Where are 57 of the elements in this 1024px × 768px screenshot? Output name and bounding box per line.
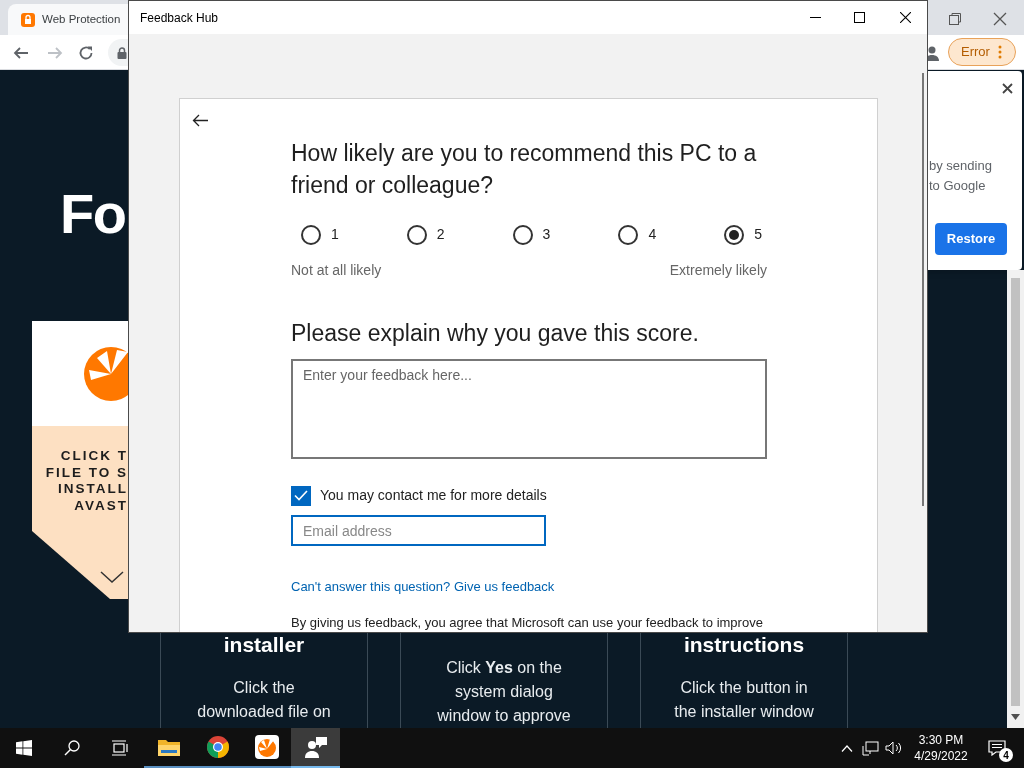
step-title: instructions	[683, 633, 805, 657]
tab-title: Web Protection	[42, 11, 121, 27]
clock[interactable]: 3:30 PM 4/29/2022	[910, 732, 972, 764]
close-icon[interactable]	[1002, 83, 1013, 94]
back-icon[interactable]	[13, 45, 29, 61]
close-icon[interactable]	[900, 12, 911, 23]
consent-text: By giving us feedback, you agree that Microsoft can use your feedback to improve	[291, 615, 763, 630]
volume-icon[interactable]	[885, 741, 902, 755]
scrollbar[interactable]	[922, 73, 924, 506]
folder-icon	[157, 738, 180, 756]
step-title: installer	[223, 633, 305, 657]
download-card[interactable]: CLICK T FILE TO S INSTALL AVAST	[32, 321, 128, 599]
taskbar-app[interactable]	[291, 728, 340, 768]
checkbox-label: You may contact me for more details	[320, 486, 547, 505]
notification-badge: 4	[999, 748, 1013, 762]
notifications-button[interactable]: 4	[982, 728, 1012, 768]
scale-label: Extremely likely	[669, 261, 767, 280]
card-text: CLICK T	[60, 448, 128, 465]
popup-text: by sending	[929, 157, 992, 175]
step-text: Click the downloaded file on	[196, 678, 332, 722]
network-icon[interactable]	[862, 740, 879, 756]
task-view-icon[interactable]	[111, 740, 129, 756]
logo-icon	[254, 735, 279, 759]
browser-tab[interactable]: Web Protection	[8, 4, 128, 35]
section-heading: Please explain why you gave this score.	[291, 319, 700, 348]
step-text: Click the button in the installer window	[673, 678, 815, 722]
card-text: AVAST	[74, 497, 128, 514]
scale-label: Not at all likely	[291, 261, 382, 280]
browser-icon	[206, 736, 229, 758]
card-text: FILE TO S	[45, 464, 128, 481]
step-text: Click Yes on the system dialog window to approve	[436, 658, 572, 726]
email-field[interactable]: Email address	[291, 515, 546, 546]
back-icon[interactable]	[192, 114, 208, 127]
restore-button[interactable]: Restore	[935, 223, 1007, 255]
lock-icon	[117, 46, 127, 59]
popup-text: to Google	[929, 177, 986, 195]
contact-checkbox[interactable]	[291, 485, 311, 506]
chevron-down-icon	[100, 571, 124, 583]
logo-icon	[83, 346, 128, 402]
window-title: Feedback Hub	[140, 9, 219, 27]
card-text: INSTALL	[58, 481, 128, 498]
start-icon[interactable]	[16, 740, 32, 756]
chevron-up-icon[interactable]	[841, 744, 853, 752]
scroll-down-icon[interactable]	[1011, 714, 1020, 720]
page-heading: Fo	[60, 186, 126, 242]
feedback-icon	[303, 736, 328, 758]
reload-icon[interactable]	[78, 45, 94, 61]
feedback-field[interactable]: Enter your feedback here...	[291, 359, 767, 459]
scrollbar[interactable]	[1007, 270, 1024, 728]
feedback-link[interactable]: Can't answer this question? Give us feedback	[291, 579, 555, 594]
restore-icon[interactable]	[948, 12, 962, 26]
maximize-icon[interactable]	[854, 12, 865, 23]
question-text: How likely are you to recommend this PC to a friend or colleague?	[291, 139, 758, 200]
error-button[interactable]: Error	[948, 38, 1016, 66]
search-icon[interactable]	[64, 740, 80, 756]
shield-icon	[20, 11, 36, 28]
more-icon	[997, 45, 1002, 59]
